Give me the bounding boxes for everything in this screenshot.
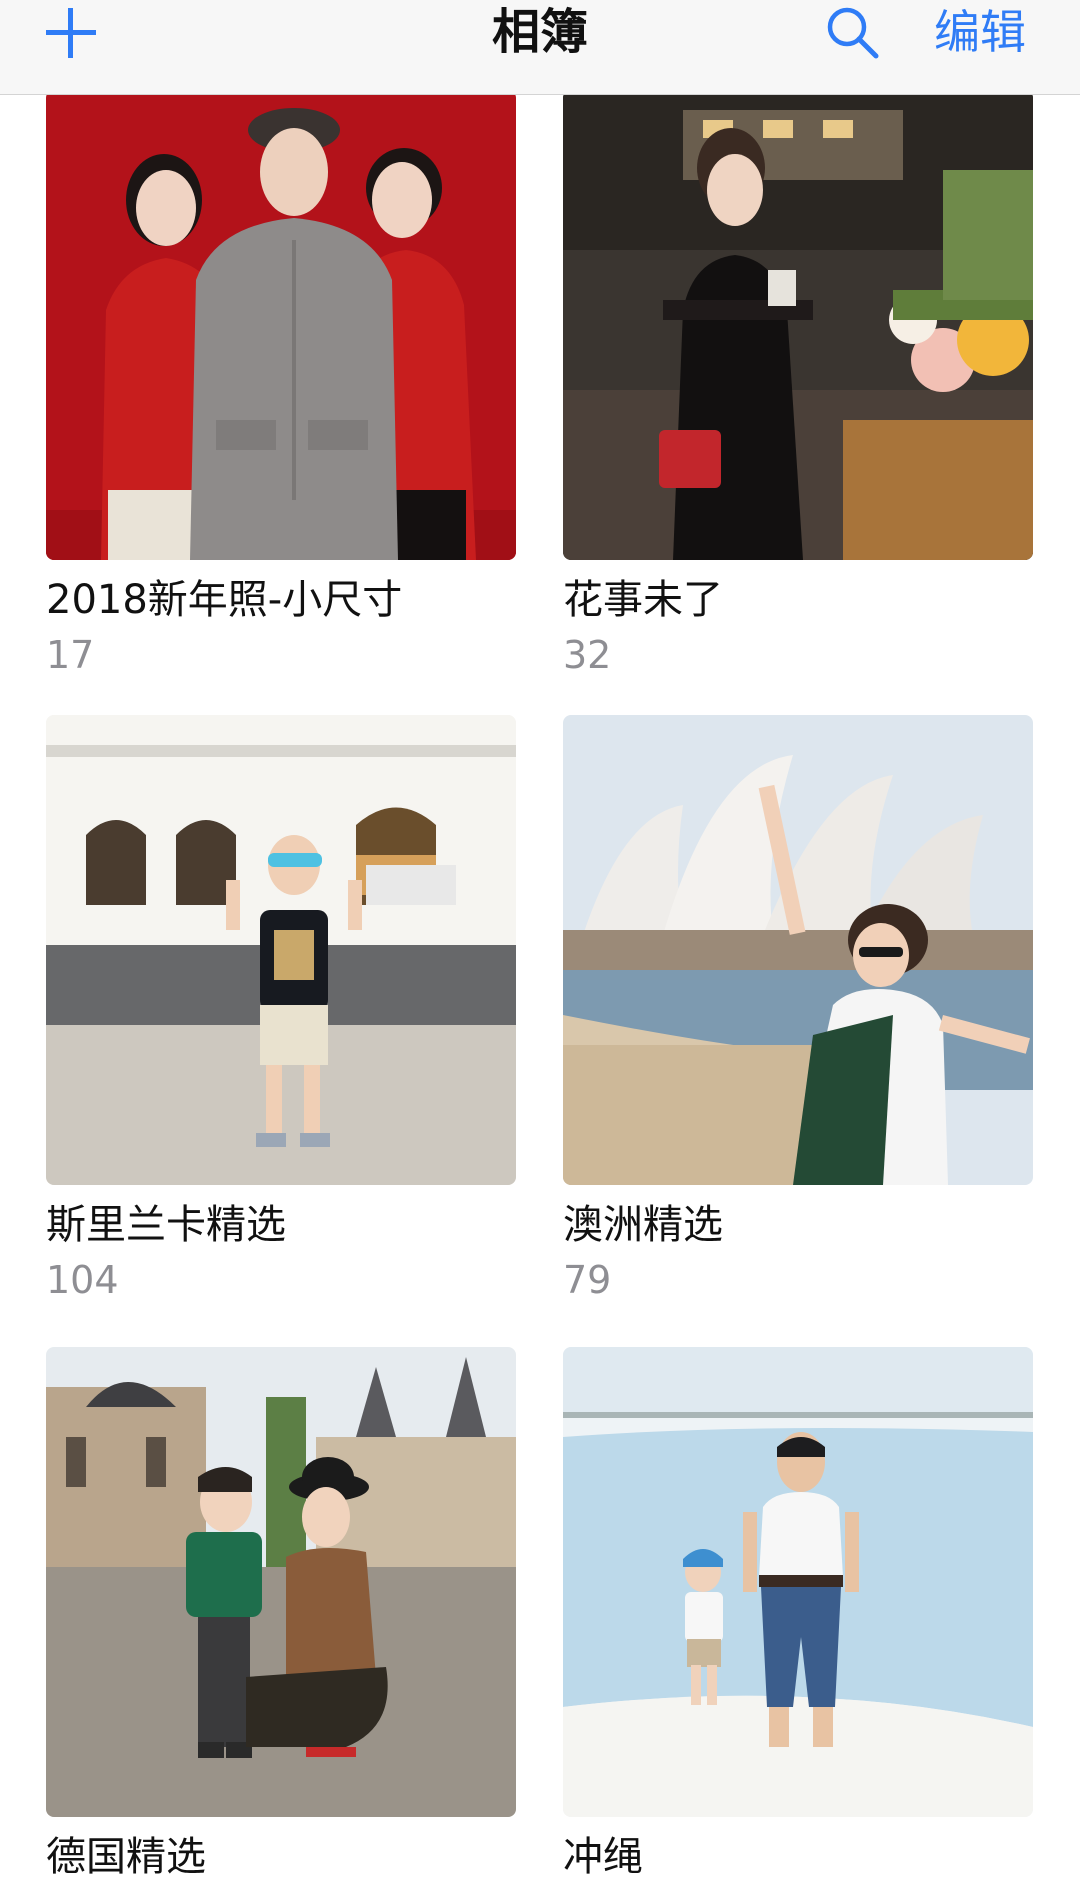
edit-button[interactable]: 编辑 <box>934 2 1026 62</box>
album-name: 德国精选 <box>46 1834 206 1880</box>
album-count: 17 <box>46 633 95 677</box>
album-thumbnail <box>46 90 516 560</box>
album-cover-image <box>563 90 1033 560</box>
album-cover-image <box>46 1347 516 1817</box>
album-name: 2018新年照-小尺寸 <box>46 577 403 623</box>
album-thumbnail <box>46 715 516 1185</box>
album-count: 79 <box>563 1258 612 1302</box>
album-thumbnail <box>563 1347 1033 1817</box>
album-name: 澳洲精选 <box>563 1202 723 1248</box>
album-item[interactable]: 花事未了 32 <box>563 90 1033 680</box>
album-cover-image <box>46 90 516 560</box>
album-thumbnail <box>563 715 1033 1185</box>
album-name: 斯里兰卡精选 <box>46 1202 286 1248</box>
album-count: 104 <box>46 1258 119 1302</box>
album-thumbnail <box>46 1347 516 1817</box>
search-button[interactable] <box>822 2 882 62</box>
album-cover-image <box>46 715 516 1185</box>
album-count: 32 <box>563 633 612 677</box>
album-item[interactable]: 澳洲精选 79 <box>563 715 1033 1305</box>
album-cover-image <box>563 1347 1033 1817</box>
albums-screen: 相簿 编辑 2018新年照-小尺寸 17 花事未了 32 斯里兰卡精选 104 … <box>0 0 1080 1885</box>
album-cover-image <box>563 715 1033 1185</box>
album-thumbnail <box>563 90 1033 560</box>
album-item[interactable]: 冲绳 <box>563 1347 1033 1885</box>
album-item[interactable]: 斯里兰卡精选 104 <box>46 715 516 1305</box>
album-name: 花事未了 <box>563 577 723 623</box>
album-item[interactable]: 2018新年照-小尺寸 17 <box>46 90 516 680</box>
album-name: 冲绳 <box>563 1834 643 1880</box>
search-icon <box>827 7 879 59</box>
album-item[interactable]: 德国精选 <box>46 1347 516 1885</box>
page-title: 相簿 <box>491 4 588 60</box>
navigation-bar: 相簿 编辑 <box>0 0 1080 95</box>
